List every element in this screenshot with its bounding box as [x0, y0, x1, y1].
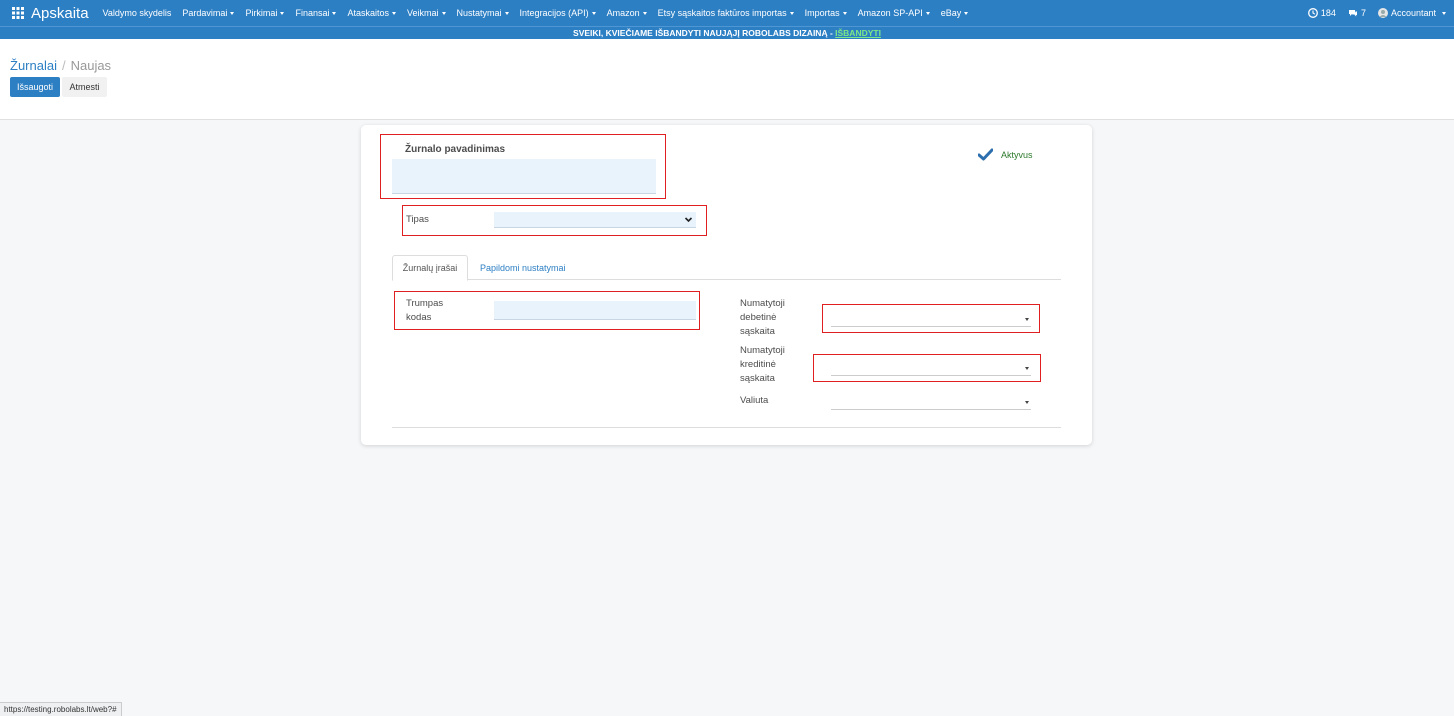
menu-item-label: Amazon SP-API	[857, 8, 923, 18]
tab-journal-entries[interactable]: Žurnalų įrašai	[392, 255, 468, 281]
chevron-down-icon	[332, 12, 337, 16]
chevron-down-icon	[842, 12, 847, 16]
brand-title[interactable]: Apskaita	[31, 5, 89, 22]
chevron-down-icon	[789, 12, 794, 16]
menu-item-11[interactable]: Amazon SP-API	[858, 8, 930, 18]
breadcrumb: Žurnalai / Naujas	[10, 58, 111, 73]
status-url: https://testing.robolabs.lt/web?#	[0, 702, 122, 716]
menu-item-label: eBay	[940, 8, 962, 18]
menu-item-7[interactable]: Integracijos (API)	[520, 8, 596, 18]
menu-item-10[interactable]: Importas	[805, 8, 847, 18]
caret-down-icon	[1025, 401, 1029, 404]
menu-item-label: Finansai	[295, 8, 330, 18]
debit-account-select[interactable]	[831, 311, 1031, 327]
topbar-right: 184 7 Accountant	[1307, 0, 1446, 26]
menu-item-3[interactable]: Finansai	[295, 8, 337, 18]
chevron-down-icon	[280, 12, 285, 16]
active-toggle[interactable]: Aktyvus	[978, 148, 1033, 161]
chevron-down-icon	[504, 12, 509, 16]
menu-item-label: Veikmai	[407, 8, 439, 18]
menu-item-label: Pirkimai	[245, 8, 278, 18]
chevron-down-icon	[642, 12, 647, 16]
try-new-design-link[interactable]: IŠBANDYTI	[835, 28, 881, 38]
short-code-input[interactable]	[494, 301, 696, 320]
notifications-button[interactable]: 184	[1307, 8, 1336, 18]
journal-name-input[interactable]	[392, 159, 656, 194]
type-select[interactable]	[494, 212, 696, 228]
chevron-down-icon	[964, 12, 969, 16]
chevron-down-icon	[684, 217, 693, 223]
type-label: Tipas	[406, 214, 429, 225]
menu-item-6[interactable]: Nustatymai	[457, 8, 509, 18]
discard-button[interactable]: Atmesti	[62, 77, 107, 97]
notifications-count: 184	[1320, 8, 1336, 18]
top-navbar: Apskaita Valdymo skydelis Pardavimai Pirki…	[0, 0, 1454, 26]
menu-item-label: Valdymo skydelis	[102, 8, 172, 18]
breadcrumb-current: Naujas	[70, 58, 112, 73]
save-button[interactable]: Išsaugoti	[10, 77, 60, 97]
messages-button[interactable]: 7	[1348, 8, 1366, 18]
menu-item-label: Importas	[804, 8, 840, 18]
debit-account-label: Numatytoji debetinė sąskaita	[740, 298, 785, 337]
main-menu: Valdymo skydelis Pardavimai Pirkimai Finans…	[103, 8, 980, 18]
form-sheet: Žurnalo pavadinimas Aktyvus Tipas Žurnal…	[361, 125, 1092, 445]
avatar	[1377, 8, 1388, 18]
announcement-text: SVEIKI, KVIEČIAME IŠBANDYTI NAUJĄJĮ ROBO…	[573, 28, 836, 38]
chevron-down-icon	[392, 12, 397, 16]
chat-icon	[1348, 10, 1357, 17]
menu-item-12[interactable]: eBay	[941, 8, 969, 18]
notebook-tabs: Žurnalų įrašai Papildomi nustatymai	[392, 255, 1061, 281]
credit-account-select[interactable]	[831, 360, 1031, 376]
menu-item-5[interactable]: Veikmai	[407, 8, 446, 18]
menu-item-label: Amazon	[606, 8, 640, 18]
menu-item-2[interactable]: Pirkimai	[245, 8, 285, 18]
chevron-down-icon	[441, 12, 446, 16]
announcement-banner: SVEIKI, KVIEČIAME IŠBANDYTI NAUJĄJĮ ROBO…	[0, 26, 1454, 39]
user-name: Accountant	[1390, 8, 1436, 18]
menu-item-0[interactable]: Valdymo skydelis	[103, 8, 172, 18]
chevron-down-icon	[1442, 11, 1446, 15]
breadcrumb-separator: /	[61, 58, 66, 73]
menu-item-label: Pardavimai	[182, 8, 228, 18]
sheet-divider	[392, 427, 1061, 428]
menu-item-8[interactable]: Amazon	[607, 8, 647, 18]
clock-icon	[1307, 8, 1318, 18]
menu-item-label: Etsy sąskaitos faktūros importas	[657, 8, 787, 18]
control-panel: Žurnalai / Naujas Išsaugoti Atmesti	[0, 39, 1454, 120]
messages-count: 7	[1360, 8, 1366, 18]
breadcrumb-parent-link[interactable]: Žurnalai	[10, 58, 57, 73]
menu-item-label: Integracijos (API)	[519, 8, 589, 18]
menu-item-label: Ataskaitos	[347, 8, 390, 18]
menu-item-9[interactable]: Etsy sąskaitos faktūros importas	[658, 8, 794, 18]
user-menu[interactable]: Accountant	[1377, 8, 1446, 18]
menu-item-4[interactable]: Ataskaitos	[347, 8, 397, 18]
caret-down-icon	[1025, 318, 1029, 321]
chevron-down-icon	[925, 12, 930, 16]
currency-select[interactable]	[831, 394, 1031, 410]
active-label: Aktyvus	[1001, 149, 1033, 160]
caret-down-icon	[1025, 367, 1029, 370]
tab-additional-settings[interactable]: Papildomi nustatymai	[480, 255, 566, 280]
checkmark-icon	[978, 148, 993, 161]
apps-grid-icon[interactable]	[5, 0, 31, 26]
menu-item-label: Nustatymai	[456, 8, 502, 18]
credit-account-label: Numatytoji kreditinė sąskaita	[740, 345, 785, 384]
chevron-down-icon	[230, 12, 235, 16]
chevron-down-icon	[591, 12, 596, 16]
journal-name-label: Žurnalo pavadinimas	[405, 144, 506, 155]
menu-item-1[interactable]: Pardavimai	[182, 8, 235, 18]
short-code-label: Trumpas kodas	[406, 298, 444, 323]
currency-label: Valiuta	[740, 395, 769, 406]
